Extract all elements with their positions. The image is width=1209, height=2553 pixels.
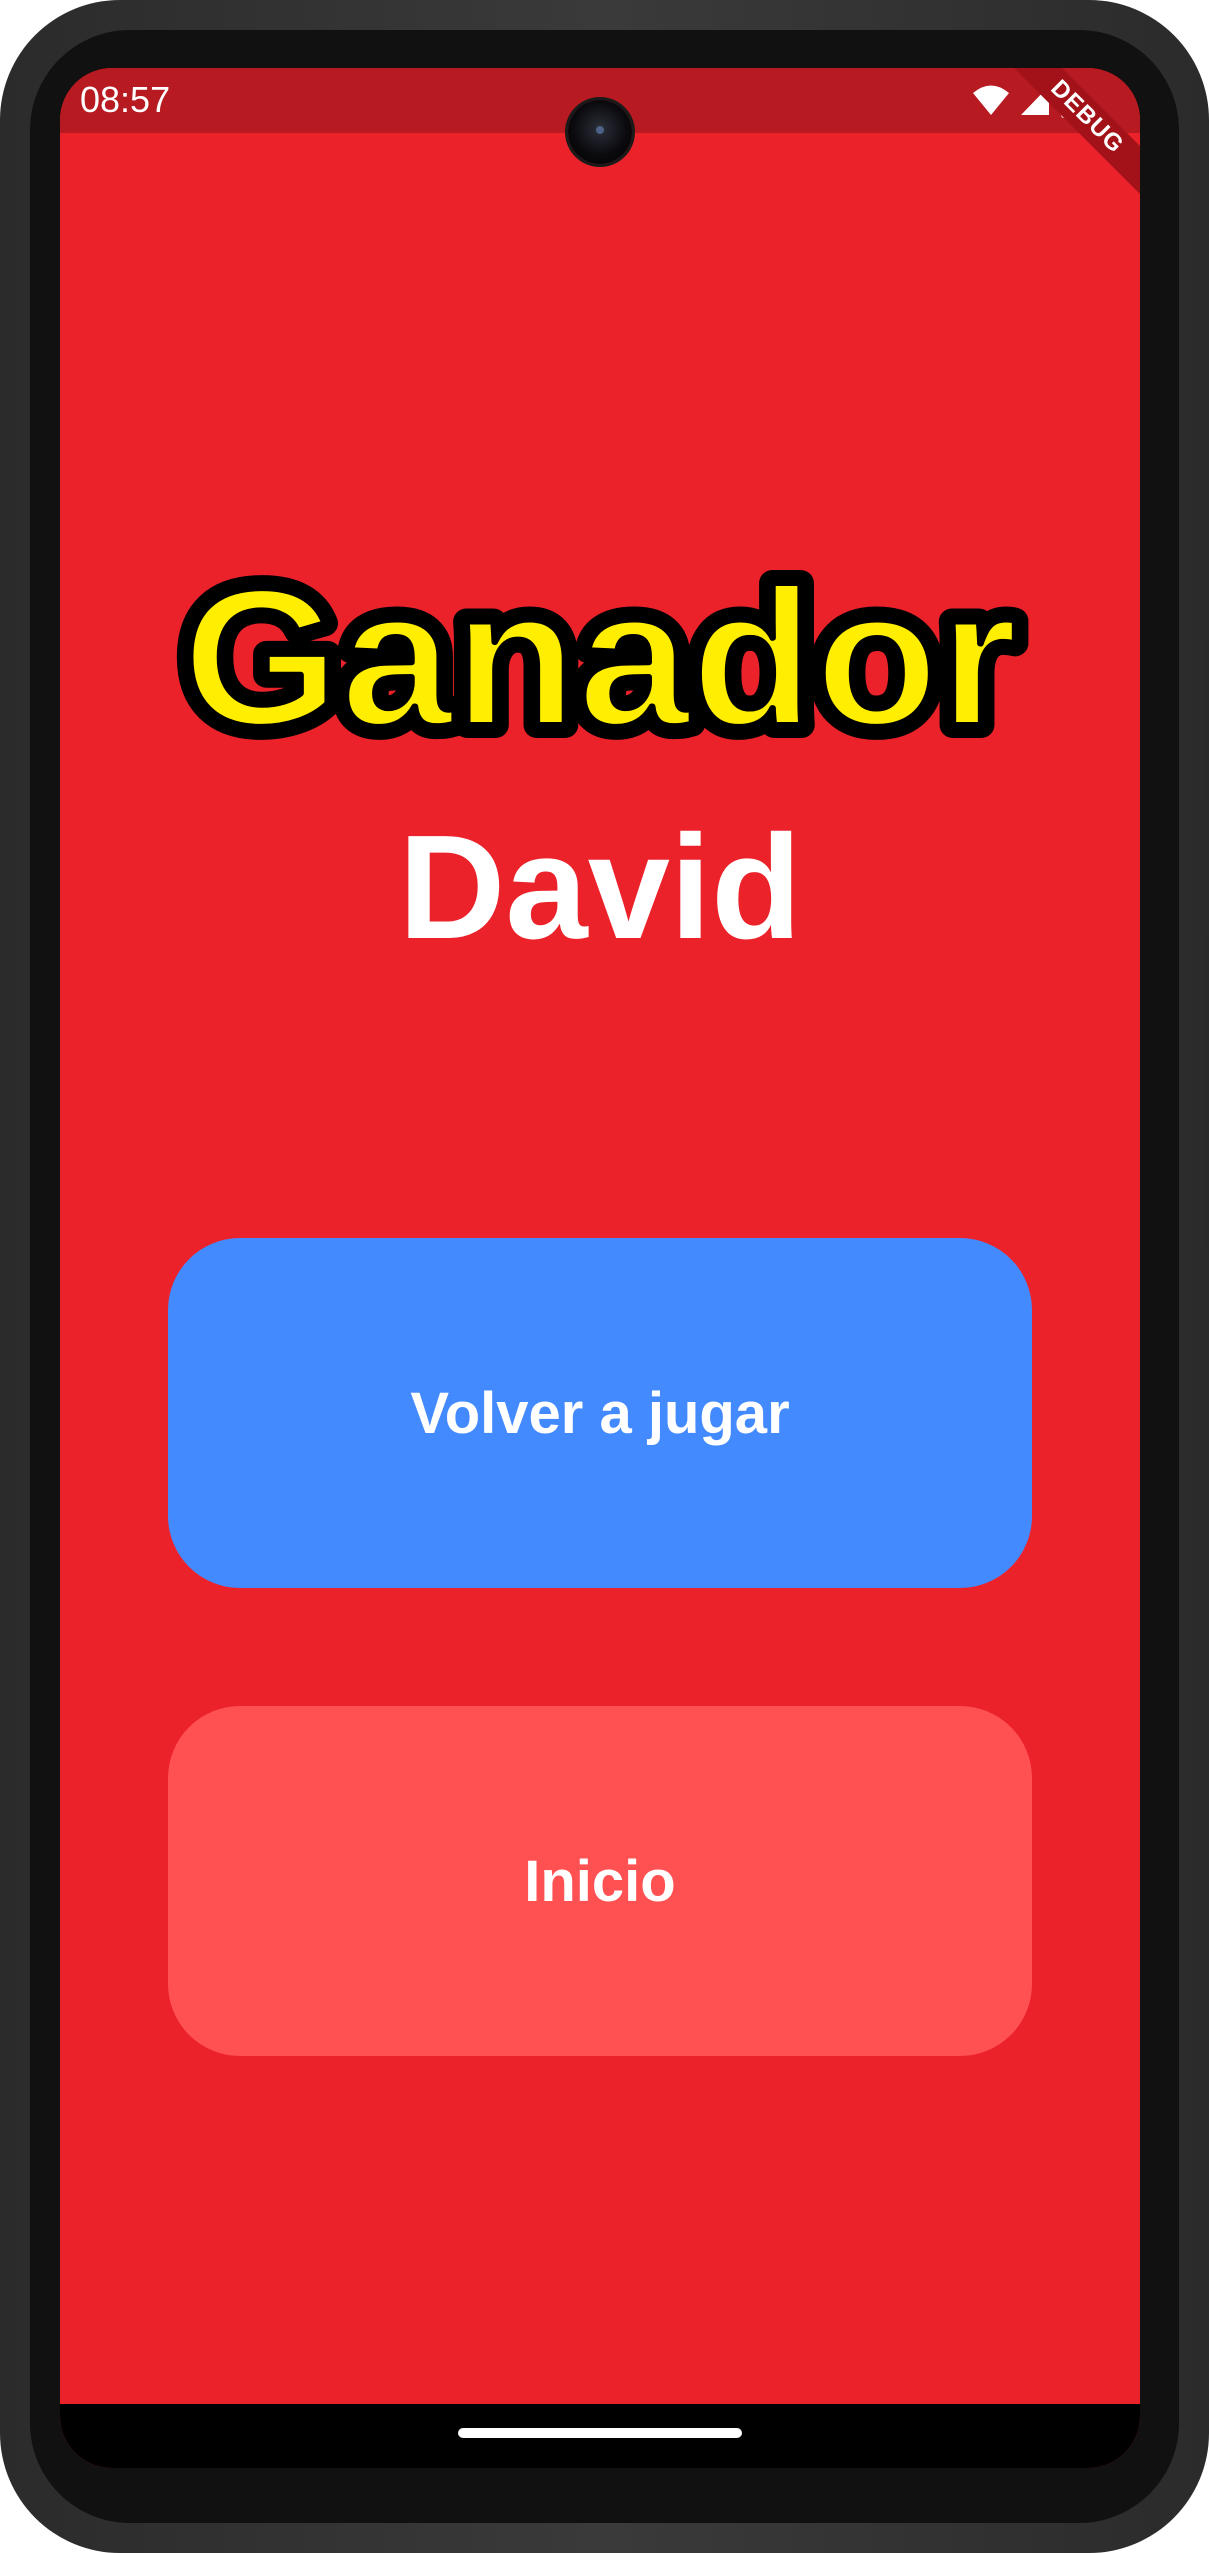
home-button[interactable]: Inicio — [168, 1706, 1032, 2056]
ganador-logo-fill: Ganador — [182, 548, 1018, 761]
navigation-bar — [60, 2404, 1140, 2468]
front-camera — [568, 100, 632, 164]
volume-button — [1205, 935, 1209, 1255]
app-screen: 08:57 DEBUG Ganador Ganador David Volver… — [60, 68, 1140, 2468]
phone-frame: 08:57 DEBUG Ganador Ganador David Volver… — [0, 0, 1209, 2553]
home-indicator[interactable] — [458, 2428, 742, 2438]
winner-name: David — [398, 805, 802, 970]
wifi-icon — [973, 85, 1009, 115]
ganador-logo: Ganador Ganador — [169, 543, 1031, 761]
play-again-button[interactable]: Volver a jugar — [168, 1238, 1032, 1588]
status-time: 08:57 — [80, 79, 171, 120]
power-button — [1205, 640, 1209, 800]
